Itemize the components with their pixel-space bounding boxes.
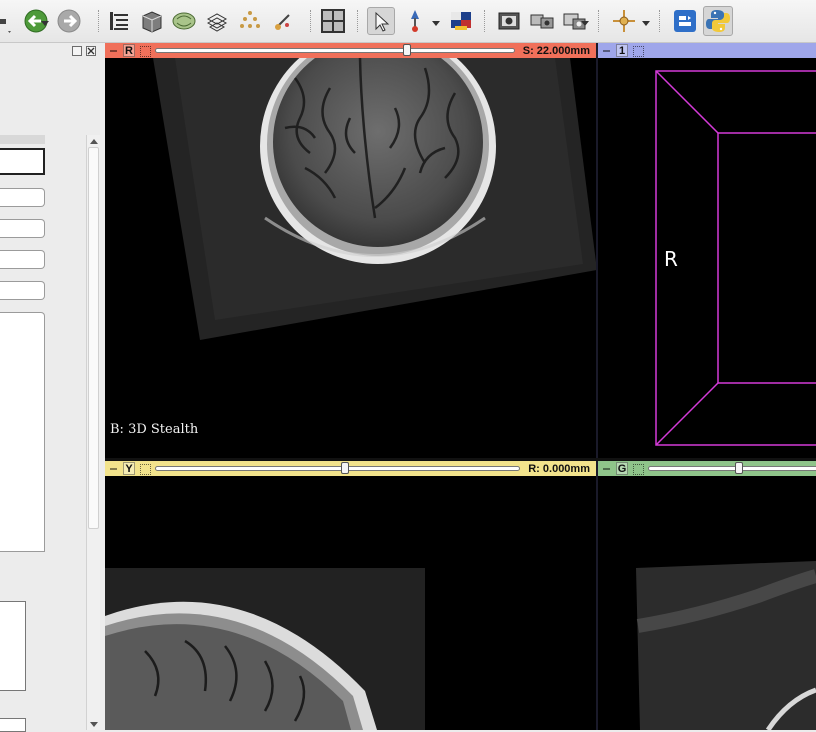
scene-view-icon[interactable] <box>528 7 556 35</box>
axial-mri-image <box>153 58 596 340</box>
section-header <box>0 135 45 144</box>
yellow-offset-slider[interactable] <box>155 461 521 476</box>
crosshair-dropdown-icon[interactable] <box>642 18 650 26</box>
layout-icon[interactable] <box>319 7 347 35</box>
toolbar-separator <box>484 10 485 32</box>
pin-icon[interactable] <box>110 46 119 55</box>
yellow-slice-controller: Y R: 0.000mm <box>105 461 596 476</box>
link-icon[interactable] <box>139 45 151 57</box>
slider-handle[interactable] <box>340 462 349 474</box>
module-field-4[interactable] <box>0 281 45 300</box>
main-toolbar <box>0 0 816 43</box>
green-offset-slider[interactable] <box>648 461 816 476</box>
back-dropdown-icon[interactable] <box>41 18 49 26</box>
scroll-down-icon[interactable] <box>90 722 98 727</box>
editor-icon[interactable] <box>269 7 297 35</box>
pin-icon[interactable] <box>110 464 119 473</box>
place-icon[interactable] <box>401 7 429 35</box>
module-list-box[interactable] <box>0 312 45 552</box>
transforms-icon[interactable] <box>203 7 231 35</box>
module-input-focused[interactable] <box>0 148 45 175</box>
menu-icon[interactable] <box>0 7 14 35</box>
python-icon[interactable] <box>703 6 733 36</box>
sagittal-mri-image <box>105 568 425 730</box>
select-icon[interactable] <box>367 7 395 35</box>
module-field-3[interactable] <box>0 250 45 269</box>
view-layout: R S: 22.000mm B: 3D Stealth 1 R Y R: 0.0… <box>105 43 816 730</box>
extension-icon[interactable] <box>671 7 699 35</box>
close-panel-icon[interactable] <box>86 46 96 56</box>
slider-handle[interactable] <box>735 462 744 474</box>
toolbar-separator <box>659 10 660 32</box>
volumes-icon[interactable] <box>138 7 166 35</box>
markups-icon[interactable] <box>236 7 264 35</box>
green-slice-controller: G <box>598 461 816 476</box>
module-panel <box>0 43 103 732</box>
view-letter: 1 <box>616 44 628 57</box>
window-level-icon[interactable] <box>447 7 475 35</box>
capture-dropdown-icon[interactable] <box>581 18 589 26</box>
view-annotation: B: 3D Stealth <box>110 422 199 437</box>
link-icon[interactable] <box>139 463 151 475</box>
place-dropdown-icon[interactable] <box>432 18 440 26</box>
toolbar-separator <box>310 10 311 32</box>
toolbar-separator <box>98 10 99 32</box>
module-field-1[interactable] <box>0 188 45 207</box>
yellow-slice-view[interactable]: Y R: 0.000mm <box>105 461 596 730</box>
data-icon[interactable] <box>105 7 133 35</box>
center-view-icon[interactable] <box>632 45 644 57</box>
red-slice-view[interactable]: R S: 22.000mm B: 3D Stealth <box>105 43 596 458</box>
slice-offset-value: S: 22.000mm <box>522 44 590 57</box>
module-preview-box <box>0 601 26 691</box>
red-slice-controller: R S: 22.000mm <box>105 43 596 58</box>
view-letter: G <box>616 462 628 475</box>
threed-view-controller: 1 <box>598 43 816 58</box>
models-icon[interactable] <box>170 7 198 35</box>
slider-handle[interactable] <box>402 44 411 56</box>
red-offset-slider[interactable] <box>155 43 515 58</box>
crosshair-icon[interactable] <box>610 7 638 35</box>
toolbar-separator <box>357 10 358 32</box>
green-slice-view[interactable]: G <box>598 461 816 730</box>
threed-bounding-box <box>655 70 816 446</box>
threed-view[interactable]: 1 R <box>598 43 816 458</box>
orientation-label: R <box>664 247 678 271</box>
panel-scrollbar[interactable] <box>86 135 100 730</box>
scroll-up-icon[interactable] <box>90 139 98 144</box>
scrollbar-thumb[interactable] <box>88 147 99 529</box>
pin-icon[interactable] <box>603 464 612 473</box>
pin-icon[interactable] <box>603 46 612 55</box>
slice-offset-value: R: 0.000mm <box>528 462 590 475</box>
link-icon[interactable] <box>632 463 644 475</box>
view-divider-vertical[interactable] <box>596 43 598 730</box>
screenshot-icon[interactable] <box>495 7 523 35</box>
toolbar-separator <box>598 10 599 32</box>
coronal-mri-image <box>636 561 816 730</box>
view-letter: Y <box>123 462 135 475</box>
view-letter: R <box>123 44 135 57</box>
view-divider-horizontal[interactable] <box>105 458 816 461</box>
undock-panel-icon[interactable] <box>72 46 82 56</box>
forward-icon[interactable] <box>55 7 83 35</box>
module-field-2[interactable] <box>0 219 45 238</box>
